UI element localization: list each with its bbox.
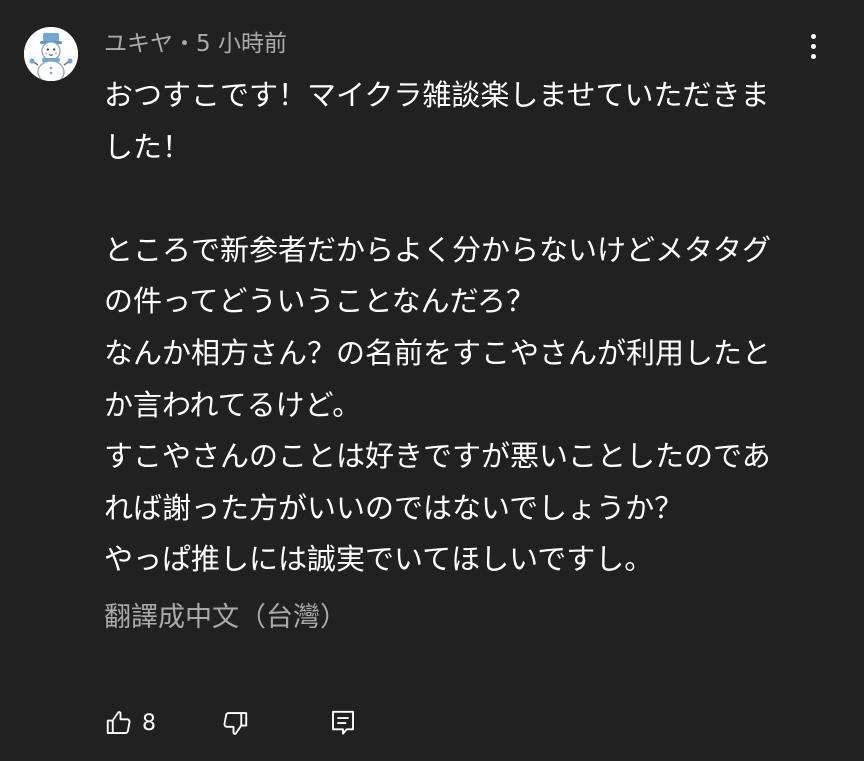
comment-line: すこやさんのことは好きですが悪いことしたのであ bbox=[104, 439, 771, 474]
more-options-button[interactable] bbox=[796, 28, 830, 64]
comment-reply-icon bbox=[332, 710, 354, 735]
thumb-down-icon bbox=[223, 712, 248, 735]
dislike-button[interactable] bbox=[220, 705, 250, 741]
more-vert-icon bbox=[810, 43, 816, 49]
comment-line: れば謝った方がいいのではないでしょうか？ bbox=[104, 490, 684, 525]
like-count: 8 bbox=[142, 710, 156, 736]
meta-separator: ・ bbox=[173, 31, 196, 57]
author-avatar[interactable] bbox=[24, 27, 78, 81]
comment-line: やっぱ推しには誠実でいてほしいですし。 bbox=[104, 542, 654, 577]
comment-meta: ユキヤ・5 小時前 bbox=[104, 28, 287, 60]
more-vert-icon bbox=[810, 53, 816, 59]
author-name[interactable]: ユキヤ bbox=[104, 31, 173, 57]
comment-line: なんか相方さん？の名前をすこやさんが利用したと bbox=[104, 335, 772, 370]
translate-button[interactable]: 翻譯成中文（台灣） bbox=[104, 598, 347, 638]
more-vert-icon bbox=[810, 33, 816, 39]
comment-time[interactable]: 5 小時前 bbox=[196, 31, 287, 57]
comment-actions: 8 bbox=[104, 705, 404, 741]
snowman-avatar-icon bbox=[24, 27, 78, 81]
comment-line: した！ bbox=[104, 129, 192, 164]
comment-line bbox=[104, 173, 804, 225]
comment-line: ところで新参者だからよく分からないけどメタタグ bbox=[104, 232, 772, 267]
comment-text: おつすこです！マイクラ雑談楽しませていただきま した！ ところで新参者だからよく… bbox=[104, 70, 804, 586]
reply-button[interactable] bbox=[328, 705, 358, 741]
comment-line: おつすこです！マイクラ雑談楽しませていただきま bbox=[104, 78, 770, 112]
comment-line: の件ってどういうことなんだろ？ bbox=[104, 284, 535, 319]
like-button[interactable]: 8 bbox=[104, 705, 156, 741]
comment-line: か言われてるけど。 bbox=[104, 387, 362, 422]
thumb-up-icon bbox=[106, 711, 131, 734]
